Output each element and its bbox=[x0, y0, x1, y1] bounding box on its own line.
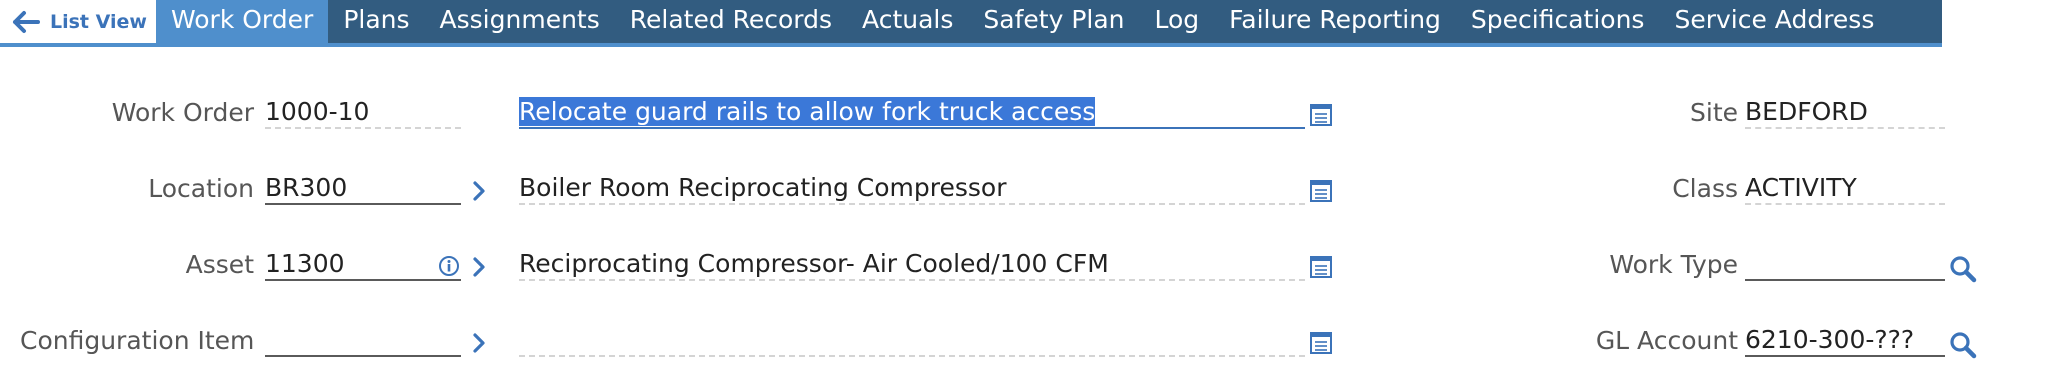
long-description-icon[interactable] bbox=[1310, 104, 1332, 126]
tab-service-address[interactable]: Service Address bbox=[1659, 0, 1889, 43]
tab-assignments[interactable]: Assignments bbox=[425, 0, 615, 43]
location-field[interactable]: BR300 bbox=[265, 171, 461, 205]
config-item-label: Configuration Item bbox=[20, 326, 255, 355]
asset-description-field[interactable]: Reciprocating Compressor- Air Cooled/100… bbox=[519, 247, 1305, 281]
work-order-label: Work Order bbox=[111, 98, 254, 127]
tab-specifications[interactable]: Specifications bbox=[1456, 0, 1660, 43]
location-label: Location bbox=[148, 174, 254, 203]
work-order-description-text: Relocate guard rails to allow fork truck… bbox=[519, 97, 1096, 126]
asset-field[interactable]: 11300 bbox=[265, 247, 461, 281]
work-type-field[interactable] bbox=[1745, 247, 1945, 281]
gl-account-label: GL Account bbox=[1595, 326, 1738, 355]
chevron-right-icon[interactable] bbox=[471, 256, 487, 278]
tab-list: Work Order Plans Assignments Related Rec… bbox=[156, 0, 1889, 43]
chevron-right-icon[interactable] bbox=[471, 332, 487, 354]
location-description-field[interactable]: Boiler Room Reciprocating Compressor bbox=[519, 171, 1305, 205]
tab-safety-plan[interactable]: Safety Plan bbox=[968, 0, 1139, 43]
info-icon[interactable] bbox=[438, 255, 460, 277]
config-item-description-field[interactable] bbox=[519, 323, 1305, 357]
tab-log[interactable]: Log bbox=[1140, 0, 1215, 43]
long-description-icon[interactable] bbox=[1310, 332, 1332, 354]
class-field[interactable]: ACTIVITY bbox=[1745, 171, 1945, 205]
search-icon[interactable] bbox=[1948, 254, 1978, 284]
gl-account-field[interactable]: 6210-300-??? bbox=[1745, 323, 1945, 357]
long-description-icon[interactable] bbox=[1310, 256, 1332, 278]
chevron-right-icon[interactable] bbox=[471, 180, 487, 202]
list-view-label: List View bbox=[50, 10, 147, 33]
work-type-label: Work Type bbox=[1609, 250, 1738, 279]
list-view-button[interactable]: List View bbox=[0, 0, 156, 47]
arrow-left-icon bbox=[13, 10, 40, 33]
site-field[interactable]: BEDFORD bbox=[1745, 95, 1945, 129]
tab-related-records[interactable]: Related Records bbox=[615, 0, 847, 43]
tab-failure-reporting[interactable]: Failure Reporting bbox=[1214, 0, 1456, 43]
work-order-field[interactable]: 1000-10 bbox=[265, 95, 461, 129]
search-icon[interactable] bbox=[1948, 330, 1978, 360]
long-description-icon[interactable] bbox=[1310, 180, 1332, 202]
tab-plans[interactable]: Plans bbox=[328, 0, 424, 43]
tab-work-order[interactable]: Work Order bbox=[156, 0, 329, 43]
work-order-description-field[interactable]: Relocate guard rails to allow fork truck… bbox=[519, 95, 1305, 129]
tab-actuals[interactable]: Actuals bbox=[847, 0, 968, 43]
class-label: Class bbox=[1672, 174, 1738, 203]
asset-label: Asset bbox=[185, 250, 254, 279]
config-item-field[interactable] bbox=[265, 323, 461, 357]
site-label: Site bbox=[1690, 98, 1738, 127]
